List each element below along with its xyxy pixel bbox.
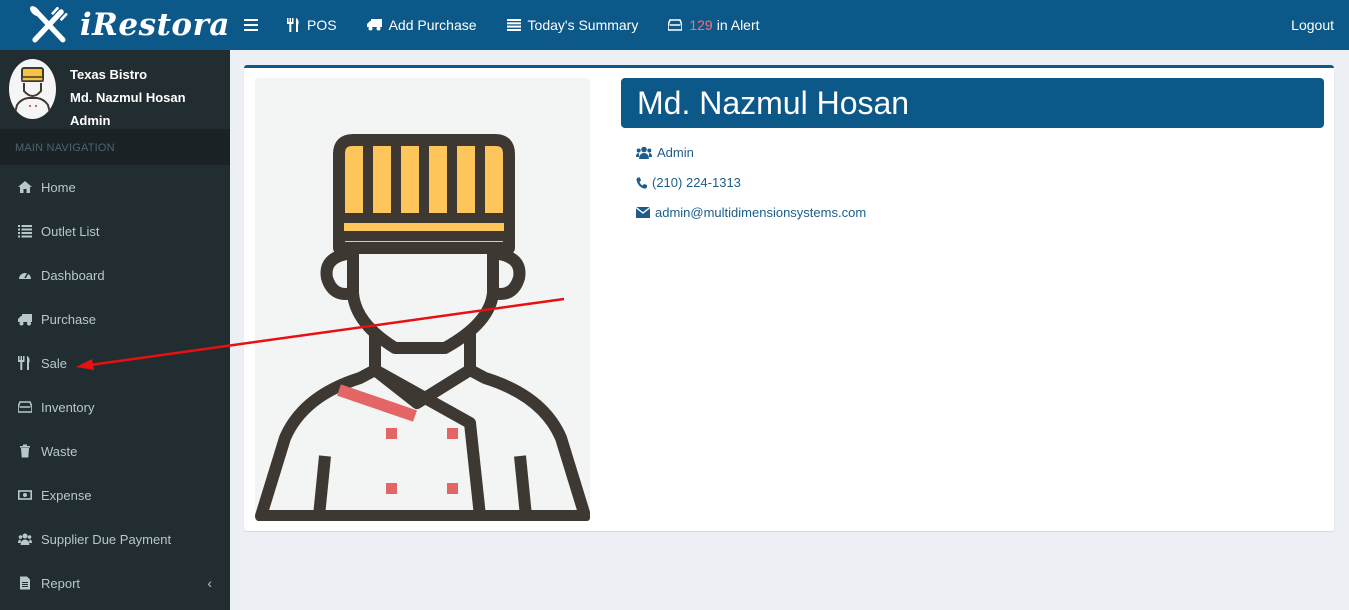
- pos-label: POS: [307, 17, 337, 33]
- file-icon: [20, 576, 30, 590]
- user-name: Md. Nazmul Hosan: [70, 90, 186, 105]
- profile-role-text: Admin: [657, 145, 694, 160]
- profile-box: Md. Nazmul Hosan Admin (210) 224-1313 ad…: [244, 65, 1334, 531]
- users-icon: [18, 533, 32, 545]
- sidebar-item-label: Dashboard: [41, 267, 105, 283]
- alert-link[interactable]: 129 in Alert: [668, 17, 760, 33]
- profile-image: [255, 78, 590, 521]
- trash-icon: [20, 444, 30, 458]
- list-icon: [506, 19, 521, 31]
- home-icon: [18, 181, 32, 193]
- cutlery-icon: [287, 18, 299, 32]
- sidebar-item-supplier-due-payment[interactable]: Supplier Due Payment: [0, 517, 230, 561]
- dashboard-icon: [19, 272, 31, 279]
- top-nav: POS Add Purchase Today's Summary 129 in …: [230, 0, 790, 50]
- sidebar-item-sale[interactable]: Sale: [0, 341, 230, 385]
- brand-name: iRestora: [79, 7, 230, 43]
- outlet-name: Texas Bistro: [70, 67, 148, 82]
- profile-role: Admin: [636, 145, 694, 160]
- sidebar-item-label: Purchase: [41, 311, 96, 327]
- alert-label: in Alert: [716, 17, 760, 33]
- profile-phone: (210) 224-1313: [636, 175, 741, 190]
- truck-icon: [18, 314, 32, 326]
- sidebar: Texas Bistro Md. Nazmul Hosan Admin MAIN…: [0, 50, 230, 610]
- sidebar-toggle-button[interactable]: [244, 19, 265, 31]
- chef-illustration-icon: [255, 134, 590, 521]
- sidebar-item-outlet-list[interactable]: Outlet List: [0, 209, 230, 253]
- inbox-icon: [668, 19, 683, 31]
- todays-summary-link[interactable]: Today's Summary: [506, 17, 639, 33]
- money-icon: [18, 490, 32, 500]
- profile-phone-text: (210) 224-1313: [652, 175, 741, 190]
- cutlery-icon: [18, 356, 30, 370]
- user-panel: Texas Bistro Md. Nazmul Hosan Admin: [0, 50, 230, 130]
- user-avatar: [9, 59, 56, 119]
- sidebar-item-inventory[interactable]: Inventory: [0, 385, 230, 429]
- profile-email-text: admin@multidimensionsystems.com: [655, 205, 867, 220]
- envelope-icon: [636, 207, 650, 218]
- sidebar-item-purchase[interactable]: Purchase: [0, 297, 230, 341]
- sidebar-item-label: Home: [41, 179, 76, 195]
- sidebar-item-label: Supplier Due Payment: [41, 531, 172, 547]
- truck-icon: [366, 19, 382, 31]
- chevron-left-icon[interactable]: ‹: [207, 575, 212, 591]
- main-navigation-header: MAIN NAVIGATION: [0, 130, 230, 165]
- top-header: iRestora POS Add Purchase Today's Summar…: [0, 0, 1349, 50]
- add-purchase-link[interactable]: Add Purchase: [366, 17, 477, 33]
- todays-summary-label: Today's Summary: [527, 17, 639, 33]
- brand-logo[interactable]: iRestora: [0, 0, 230, 50]
- pos-link[interactable]: POS: [287, 17, 337, 33]
- sidebar-item-label: Report: [41, 575, 81, 591]
- user-info: Texas Bistro Md. Nazmul Hosan Admin: [70, 63, 186, 132]
- logout-link[interactable]: Logout: [1291, 0, 1334, 50]
- profile-name-banner: Md. Nazmul Hosan: [621, 78, 1324, 128]
- sidebar-item-dashboard[interactable]: Dashboard: [0, 253, 230, 297]
- sidebar-item-report[interactable]: Report ‹: [0, 561, 230, 605]
- profile-email: admin@multidimensionsystems.com: [636, 205, 866, 220]
- list-icon: [18, 225, 32, 238]
- chef-avatar-icon: [13, 67, 52, 118]
- sidebar-item-label: Inventory: [41, 399, 95, 415]
- sidebar-item-label: Outlet List: [41, 223, 100, 239]
- sidebar-item-label: Waste: [41, 443, 78, 459]
- sidebar-item-label: Sale: [41, 355, 68, 371]
- alert-count: 129: [689, 17, 713, 33]
- users-icon: [636, 146, 652, 159]
- hamburger-icon: [244, 19, 258, 31]
- fork-knife-logo-icon: [30, 6, 68, 43]
- sidebar-item-label: Expense: [41, 487, 92, 503]
- user-role: Admin: [70, 113, 111, 128]
- sidebar-item-home[interactable]: Home: [0, 165, 230, 209]
- sidebar-item-expense[interactable]: Expense: [0, 473, 230, 517]
- add-purchase-label: Add Purchase: [388, 17, 477, 33]
- phone-icon: [636, 177, 647, 189]
- inbox-icon: [18, 401, 32, 413]
- sidebar-item-waste[interactable]: Waste: [0, 429, 230, 473]
